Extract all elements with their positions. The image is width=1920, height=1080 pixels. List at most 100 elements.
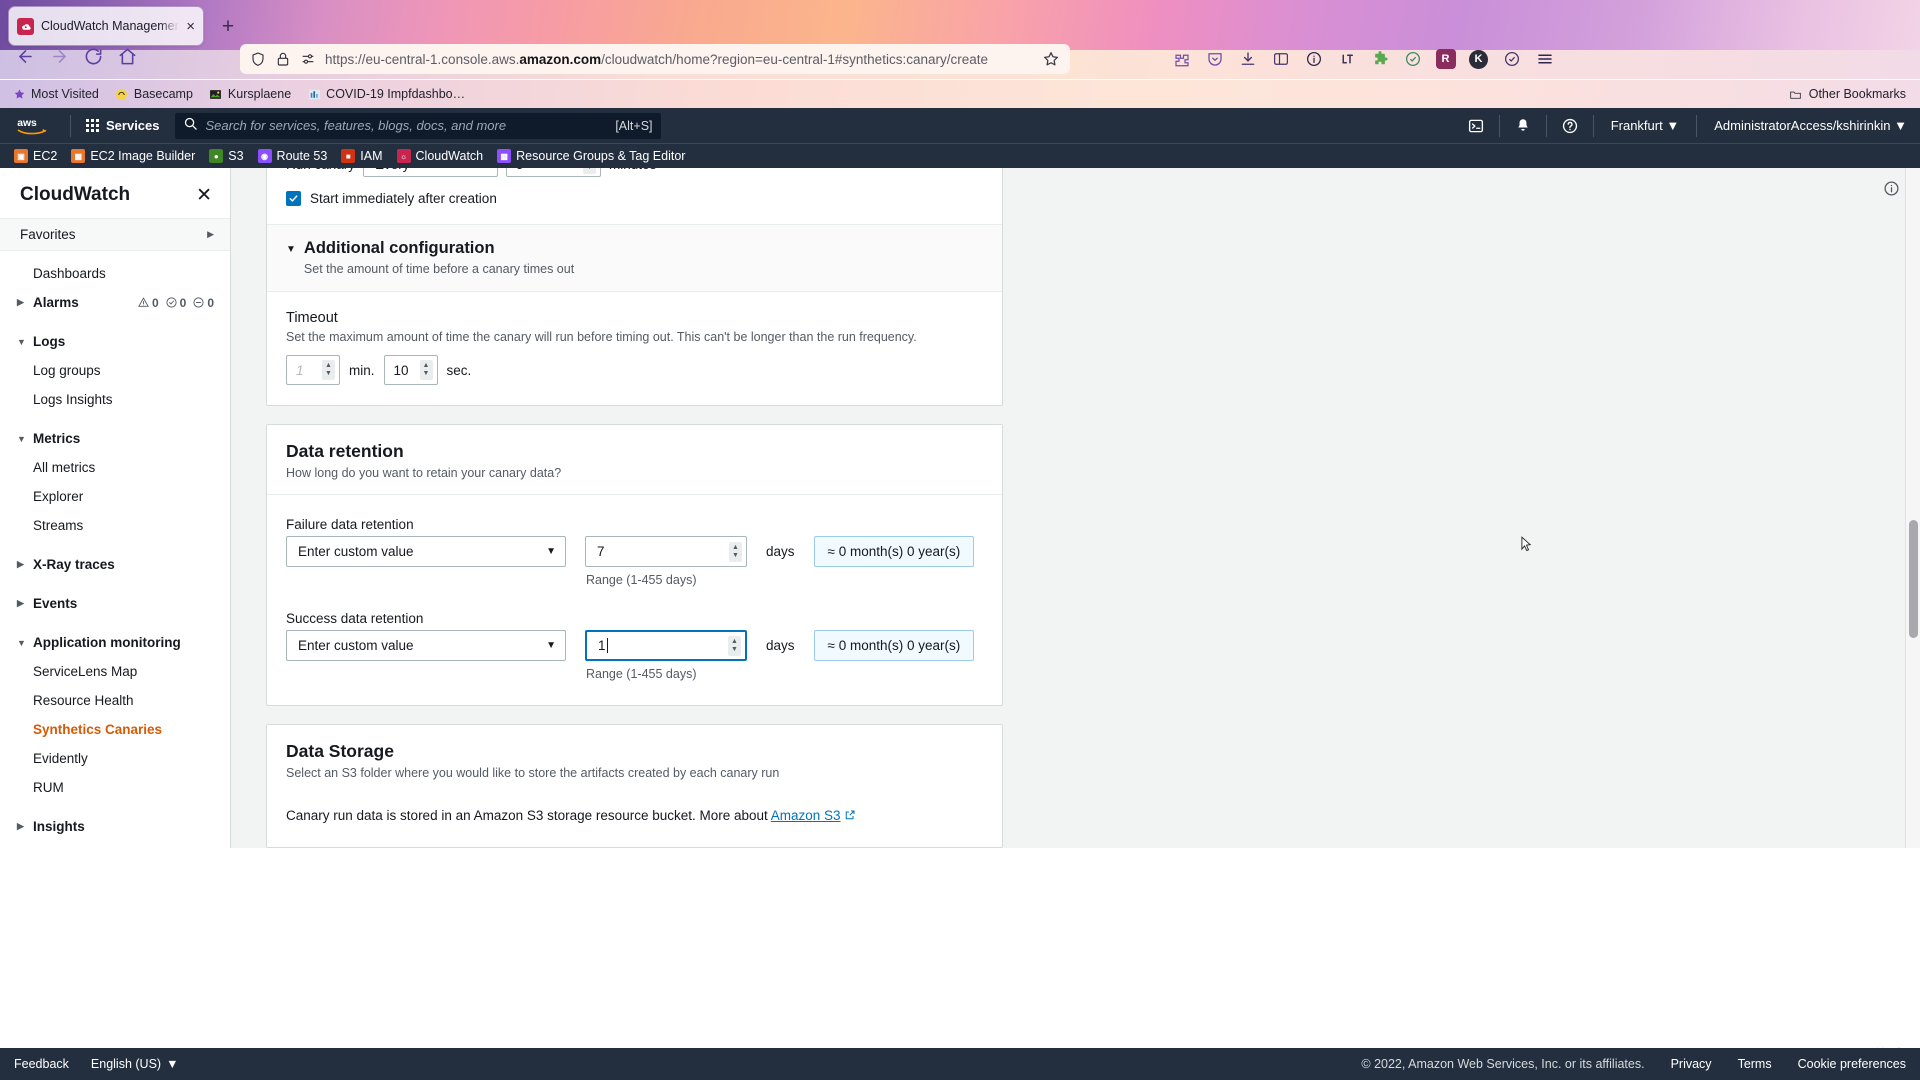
cloudshell-icon[interactable] xyxy=(1457,108,1495,143)
shortcut-route53[interactable]: ◉ Route 53 xyxy=(257,149,328,163)
sidebar-item-dashboards[interactable]: Dashboards xyxy=(0,259,230,288)
start-immediately-checkbox[interactable] xyxy=(286,191,301,206)
sidebar-icon[interactable] xyxy=(1264,44,1297,74)
menu-icon[interactable] xyxy=(1528,44,1561,74)
cookie-preferences-link[interactable]: Cookie preferences xyxy=(1798,1057,1906,1071)
info-panel-icon[interactable] xyxy=(1883,180,1900,197)
r-badge-icon[interactable]: R xyxy=(1429,44,1462,74)
search-input[interactable] xyxy=(205,118,608,133)
sidebar-item-xray-traces[interactable]: ▶ X-Ray traces xyxy=(0,550,230,579)
interval-stepper[interactable]: ▲▼ xyxy=(583,168,597,174)
header-divider xyxy=(1545,114,1547,137)
timeout-seconds-stepper[interactable]: ▲ ▼ xyxy=(419,360,433,380)
favorites-label: Favorites xyxy=(20,227,76,242)
bell-icon[interactable] xyxy=(1504,108,1542,143)
sidebar-item-application-monitoring[interactable]: ▼ Application monitoring xyxy=(0,628,230,657)
frequency-select[interactable]: Every ▼ xyxy=(363,168,499,177)
sidebar-item-explorer[interactable]: Explorer xyxy=(0,482,230,511)
lt-icon[interactable] xyxy=(1330,44,1363,74)
bookmark-star-icon[interactable] xyxy=(1042,50,1060,68)
region-selector[interactable]: Frankfurt ▼ xyxy=(1598,108,1693,143)
sidebar-item-favorites[interactable]: Favorites ▶ xyxy=(0,218,230,251)
feedback-link[interactable]: Feedback xyxy=(14,1057,69,1071)
sidebar-item-events[interactable]: ▶ Events xyxy=(0,589,230,618)
pocket-icon[interactable] xyxy=(1198,44,1231,74)
chevron-down-icon: ▼ xyxy=(1666,118,1680,133)
scrollbar-thumb[interactable] xyxy=(1909,520,1918,638)
reload-button[interactable] xyxy=(76,39,110,73)
failure-retention-stepper[interactable]: ▲ ▼ xyxy=(729,541,742,562)
sync-icon[interactable] xyxy=(1495,44,1528,74)
sidebar-item-alarms[interactable]: ▶ Alarms 0 0 0 xyxy=(0,288,230,317)
avatar-icon[interactable]: K xyxy=(1462,44,1495,74)
bookmark-covid[interactable]: COVID-19 Impfdashbo… xyxy=(307,87,465,101)
tab-close-icon[interactable]: × xyxy=(186,19,195,34)
sidebar-item-metrics[interactable]: ▼ Metrics xyxy=(0,424,230,453)
sidebar-item-resource-health[interactable]: Resource Health xyxy=(0,686,230,715)
timeout-seconds-input[interactable]: 10 ▲ ▼ xyxy=(383,355,438,385)
shield-green-icon[interactable] xyxy=(1396,44,1429,74)
download-icon[interactable] xyxy=(1231,44,1264,74)
additional-configuration-header[interactable]: ▼ Additional configuration Set the amoun… xyxy=(267,224,1002,292)
bookmark-basecamp[interactable]: Basecamp xyxy=(115,87,193,101)
ec2-icon: ▣ xyxy=(14,149,28,163)
url-bar[interactable]: https://eu-central-1.console.aws.amazon.… xyxy=(240,44,1070,74)
success-retention-select[interactable]: Enter custom value ▼ xyxy=(286,630,566,661)
shortcut-s3[interactable]: ● S3 xyxy=(209,149,244,163)
sidebar-item-synthetics-canaries[interactable]: Synthetics Canaries xyxy=(0,715,230,744)
other-bookmarks[interactable]: Other Bookmarks xyxy=(1789,87,1906,101)
success-retention-stepper[interactable]: ▲ ▼ xyxy=(728,635,741,656)
new-tab-button[interactable]: + xyxy=(215,13,241,39)
alarm-insufficient-badge: 0 xyxy=(192,296,214,310)
sidebar-item-logs-insights[interactable]: Logs Insights xyxy=(0,385,230,414)
terms-link[interactable]: Terms xyxy=(1738,1057,1772,1071)
sidebar-item-rum[interactable]: RUM xyxy=(0,773,230,802)
puzzle-green-icon[interactable] xyxy=(1363,44,1396,74)
start-immediately-label[interactable]: Start immediately after creation xyxy=(310,191,497,206)
sidebar-item-insights[interactable]: ▶ Insights xyxy=(0,812,230,841)
search-icon xyxy=(183,116,198,136)
amazon-s3-link[interactable]: Amazon S3 xyxy=(771,808,841,823)
timeout-minutes-stepper[interactable]: ▲ ▼ xyxy=(322,360,335,380)
bookmark-kursplaene[interactable]: Kursplaene xyxy=(209,87,291,101)
home-button[interactable] xyxy=(110,39,144,73)
shortcut-ec2-image-builder[interactable]: ▦ EC2 Image Builder xyxy=(71,149,195,163)
privacy-link[interactable]: Privacy xyxy=(1671,1057,1712,1071)
forward-button[interactable] xyxy=(42,39,76,73)
sidebar-item-all-metrics[interactable]: All metrics xyxy=(0,453,230,482)
back-button[interactable] xyxy=(8,39,42,73)
info-icon[interactable] xyxy=(1297,44,1330,74)
interval-input[interactable]: 5 ▲▼ xyxy=(506,168,602,177)
shortcut-label: Route 53 xyxy=(276,149,328,163)
caret-down-icon: ▼ xyxy=(17,637,26,648)
sidebar-item-evidently[interactable]: Evidently xyxy=(0,744,230,773)
sidebar-item-logs[interactable]: ▼ Logs xyxy=(0,327,230,356)
sidebar-header: CloudWatch ✕ xyxy=(0,168,230,218)
sidebar-item-servicelens-map[interactable]: ServiceLens Map xyxy=(0,657,230,686)
language-selector[interactable]: English (US) ▼ xyxy=(91,1057,179,1071)
failure-retention-select[interactable]: Enter custom value ▼ xyxy=(286,536,566,567)
account-label: AdministratorAccess/kshirinkin xyxy=(1714,118,1891,133)
account-menu[interactable]: AdministratorAccess/kshirinkin ▼ xyxy=(1701,108,1920,143)
timeout-minutes-input[interactable]: 1 ▲ ▼ xyxy=(286,355,340,385)
help-icon[interactable] xyxy=(1551,108,1589,143)
aws-search-box[interactable]: [Alt+S] xyxy=(174,112,661,139)
sidebar-item-streams[interactable]: Streams xyxy=(0,511,230,540)
success-retention-days-input[interactable]: 1 ▲ ▼ xyxy=(585,630,747,661)
page-scrollbar[interactable] xyxy=(1905,168,1920,848)
shortcut-iam[interactable]: ■ IAM xyxy=(341,149,383,163)
services-menu-button[interactable]: Services xyxy=(75,108,171,143)
start-immediately-row[interactable]: Start immediately after creation xyxy=(267,177,1002,224)
aws-logo[interactable]: aws xyxy=(10,115,66,137)
permissions-icon[interactable] xyxy=(300,51,316,67)
shortcut-resource-groups[interactable]: ▩ Resource Groups & Tag Editor xyxy=(497,149,685,163)
bookmarks-bar: Most Visited Basecamp Kursplaene COVID-1… xyxy=(0,80,1920,108)
sidebar-item-log-groups[interactable]: Log groups xyxy=(0,356,230,385)
bookmark-most-visited[interactable]: Most Visited xyxy=(12,87,99,101)
chevron-down-icon: ▼ xyxy=(166,1057,179,1071)
failure-retention-days-input[interactable]: 7 ▲ ▼ xyxy=(585,536,747,567)
close-icon[interactable]: ✕ xyxy=(196,186,212,205)
extensions-icon[interactable] xyxy=(1165,44,1198,74)
shortcut-ec2[interactable]: ▣ EC2 xyxy=(14,149,57,163)
shortcut-cloudwatch[interactable]: ☼ CloudWatch xyxy=(396,149,483,163)
